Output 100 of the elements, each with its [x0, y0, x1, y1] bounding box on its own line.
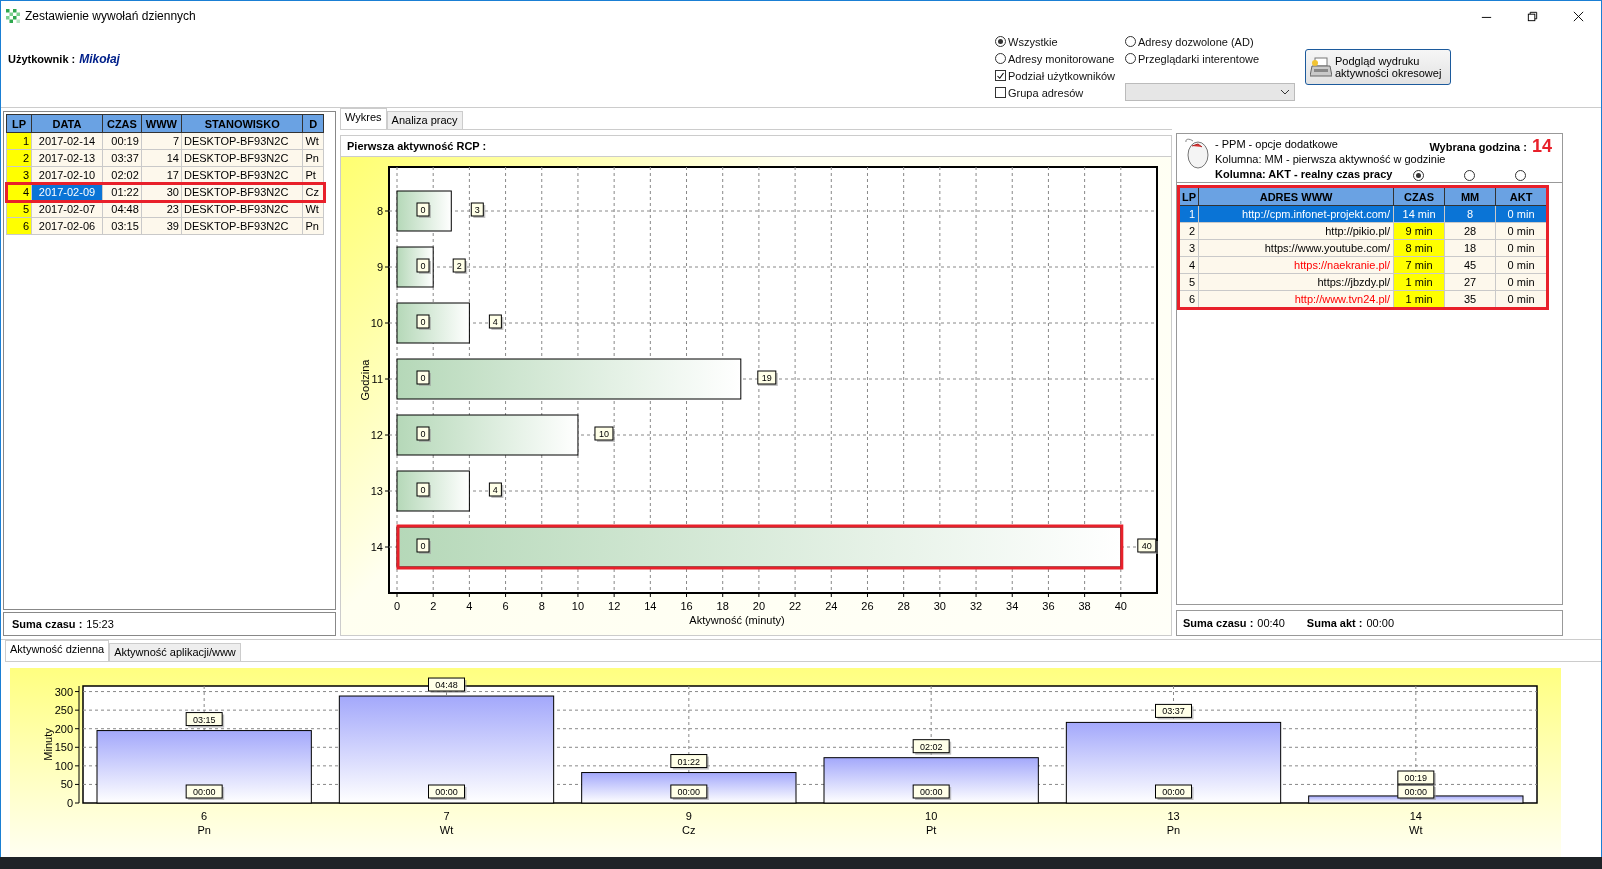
tick-label: 10 — [925, 810, 938, 822]
tab[interactable]: Aktywność dzienna — [5, 640, 110, 661]
radio-button[interactable] — [995, 53, 1006, 64]
radio-button[interactable] — [1125, 53, 1136, 64]
tick-label: 28 — [897, 600, 910, 612]
hint-text: - PPM - opcje dodatkowe — [1215, 137, 1338, 152]
footer-value: 00:00 — [1366, 617, 1394, 629]
tick-label: 8 — [376, 205, 383, 217]
table-row[interactable]: 1 2017-02-14 00:19 7 DESKTOP-BF93N2C Wt — [6, 132, 324, 150]
print-preview-button[interactable]: Podgląd wydruku aktywności okresowej — [1305, 49, 1451, 85]
tab[interactable]: Analiza pracy — [386, 111, 463, 129]
tick-label: 9 — [376, 261, 383, 273]
user-label: Użytkownik : — [8, 53, 76, 65]
data-label: 01:22 — [670, 754, 709, 770]
tick-label: 200 — [54, 722, 73, 735]
tick-label: 26 — [861, 600, 874, 612]
tick-label: 16 — [680, 600, 693, 612]
data-label: 0 — [416, 538, 431, 554]
data-label: 0 — [416, 314, 431, 330]
tick-label: 6 — [502, 600, 509, 612]
tick-label: 7 — [443, 810, 450, 822]
app-icon — [6, 9, 20, 23]
table-row[interactable]: 6 2017-02-06 03:15 39 DESKTOP-BF93N2C Pn — [6, 217, 324, 235]
tick-label: 13 — [1167, 810, 1180, 822]
checkbox[interactable] — [995, 70, 1006, 81]
tick-label: 22 — [788, 600, 802, 612]
column-header[interactable]: ADRES WWW — [1198, 186, 1394, 206]
footer-value: 00:40 — [1257, 617, 1285, 629]
radio-button[interactable] — [1464, 170, 1475, 181]
column-header[interactable]: D — [302, 114, 324, 133]
table-row[interactable]: 6 http://www.tvn24.pl/ 1 min 35 0 min — [1178, 290, 1548, 309]
tick-label: 150 — [54, 741, 73, 754]
column-header[interactable]: LP — [1178, 186, 1199, 206]
close-icon[interactable] — [1571, 9, 1585, 23]
tick-label: 32 — [969, 600, 983, 612]
selected-hour-label: Wybrana godzina : — [1429, 140, 1527, 153]
tick-label: 34 — [1006, 600, 1019, 612]
table-row[interactable]: 5 2017-02-07 04:48 23 DESKTOP-BF93N2C Wt — [6, 200, 324, 218]
data-label: 0 — [416, 258, 431, 274]
tick-label: 13 — [370, 485, 383, 497]
column-header[interactable]: CZAS — [1393, 186, 1445, 206]
data-label: 3 — [470, 202, 486, 218]
data-label: 00:00 — [912, 784, 952, 800]
data-label: 04:48 — [428, 677, 467, 694]
data-label: 0 — [416, 482, 431, 498]
tick-label: 2 — [430, 600, 437, 612]
data-label: 19 — [757, 370, 778, 386]
table-row[interactable]: 5 https://jbzdy.pl/ 1 min 27 0 min — [1178, 273, 1548, 291]
tick-label: 12 — [370, 429, 383, 441]
column-header[interactable]: CZAS — [102, 114, 142, 133]
tick-label: 100 — [54, 759, 73, 772]
radio-button[interactable] — [1515, 170, 1526, 181]
column-header[interactable]: MM — [1444, 186, 1496, 206]
data-label: 10 — [594, 426, 615, 442]
column-header[interactable]: DATA — [31, 114, 103, 133]
tick-label: 8 — [538, 600, 545, 612]
restore-icon[interactable] — [1525, 9, 1539, 23]
tick-label: 36 — [1042, 600, 1055, 612]
table-row[interactable]: 4 https://naekranie.pl/ 7 min 45 0 min — [1178, 256, 1548, 274]
table-cell: 4 — [6, 183, 32, 201]
checkbox-label: Podział użytkowników — [1008, 69, 1115, 82]
table-row[interactable]: 1 http://cpm.infonet-projekt.com/ 14 min 8 0 min — [1178, 205, 1548, 223]
table-cell: 6 — [1178, 290, 1199, 309]
column-header[interactable]: STANOWISKO — [181, 114, 303, 133]
data-label: 00:00 — [428, 784, 467, 800]
radio-button[interactable] — [1125, 36, 1136, 47]
column-header[interactable]: WWW — [141, 114, 182, 133]
tick-label: 40 — [1114, 600, 1127, 612]
radio-label: Wszystkie — [1008, 35, 1058, 48]
tab[interactable]: Aktywność aplikacji/www — [109, 643, 241, 661]
column-header[interactable]: AKT — [1495, 186, 1548, 206]
tick-label: 10 — [370, 317, 383, 329]
data-label: 03:15 — [185, 712, 225, 728]
data-label: 00:19 — [1397, 770, 1436, 786]
tick-label: 30 — [933, 600, 946, 612]
checkbox[interactable] — [995, 87, 1006, 98]
column-header[interactable]: LP — [6, 114, 32, 133]
data-label: 00:00 — [1397, 784, 1436, 800]
data-label: 02:02 — [912, 739, 952, 755]
radio-button[interactable] — [1413, 170, 1424, 181]
data-label: 40 — [1137, 538, 1158, 554]
hint-text: Kolumna: MM - pierwsza aktywność w godzinie — [1215, 153, 1446, 167]
tick-label: 14 — [644, 600, 657, 612]
caret-icon — [1280, 87, 1290, 97]
table-row[interactable]: 3 https://www.youtube.com/ 8 min 18 0 min — [1178, 239, 1548, 257]
table-row[interactable]: 4 2017-02-09 01:22 30 DESKTOP-BF93N2C Cz — [6, 183, 324, 201]
tab[interactable]: Wykres — [340, 108, 387, 129]
table-row[interactable]: 3 2017-02-10 02:02 17 DESKTOP-BF93N2C Pt — [6, 166, 324, 184]
table-row[interactable]: 2 2017-02-13 03:37 14 DESKTOP-BF93N2C Pn — [6, 149, 324, 167]
footer-value: 15:23 — [86, 618, 114, 630]
data-label: 0 — [416, 426, 431, 442]
tick-label: 9 — [685, 810, 692, 822]
user-name: Mikołaj — [79, 52, 120, 66]
radio-button[interactable] — [995, 36, 1006, 47]
tick-label: 14 — [1409, 810, 1422, 822]
data-label: 4 — [488, 314, 504, 330]
table-row[interactable]: 2 http://pikio.pl/ 9 min 28 0 min — [1178, 222, 1548, 240]
tick-label: Pt — [925, 824, 937, 836]
hint-text: Kolumna: AKT - realny czas pracy — [1215, 167, 1393, 182]
table-cell: 2017-02-09 — [31, 183, 103, 201]
